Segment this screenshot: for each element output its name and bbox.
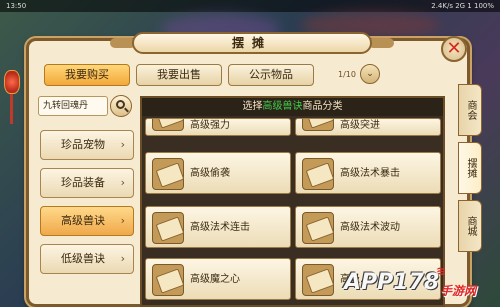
skill-book-icon [152, 119, 184, 131]
skill-book-icon [152, 158, 184, 190]
grid-item[interactable]: 高级偷袭 [145, 152, 291, 194]
grid-header-suffix: 商品分类 [302, 101, 343, 112]
grid-header-highlight: 高级兽诀 [262, 101, 303, 112]
category-advanced-skills[interactable]: 高级兽诀 › [40, 206, 134, 236]
category-label: 珍品装备 [61, 176, 105, 189]
chevron-right-icon: › [120, 252, 125, 265]
grid-header: 选择高级兽诀商品分类 [142, 98, 443, 116]
lantern-decoration [4, 70, 20, 94]
item-label: 高级突进 [340, 120, 380, 131]
chevron-right-icon: › [120, 138, 125, 151]
item-label: 高级强力 [190, 120, 230, 131]
watermark-main: APP178 [344, 270, 440, 295]
grid-header-prefix: 选择 [242, 101, 263, 112]
search-icon-handle [124, 107, 129, 113]
search-input[interactable]: 九转回魂丹 [38, 96, 108, 116]
side-tab-mall[interactable]: 商城 [458, 200, 482, 252]
skill-book-icon [302, 158, 334, 190]
site-watermark: ≋ APP178 手游网 [340, 262, 500, 307]
grid-item[interactable]: 高级法术连击 [145, 206, 291, 248]
item-label: 高级法术连击 [190, 222, 250, 233]
grid-item[interactable]: 高级强力 [145, 118, 291, 136]
dialog-title: 摆摊 [132, 32, 372, 54]
category-rare-equipment[interactable]: 珍品装备 › [40, 168, 134, 198]
skill-book-icon [152, 264, 184, 296]
skill-book-icon [302, 119, 334, 131]
page-indicator: 1/10 [338, 70, 356, 79]
chevron-right-icon: › [120, 176, 125, 189]
category-rare-pets[interactable]: 珍品宠物 › [40, 130, 134, 160]
category-basic-skills[interactable]: 低级兽诀 › [40, 244, 134, 274]
item-label: 高级法术暴击 [340, 168, 400, 179]
status-right: 2.4K/s 2G 1 100% [431, 2, 494, 10]
category-label: 珍品宠物 [61, 138, 105, 151]
grid-item[interactable]: 高级法术波动 [295, 206, 441, 248]
skill-book-icon [302, 264, 334, 296]
skill-book-icon [302, 212, 334, 244]
item-label: 高级偷袭 [190, 168, 230, 179]
grid-item[interactable]: 高级法术暴击 [295, 152, 441, 194]
page-dropdown-button[interactable]: ⌄ [360, 64, 380, 84]
side-tab-chamber[interactable]: 商会 [458, 84, 482, 136]
tab-public-items[interactable]: 公示物品 [228, 64, 314, 86]
chevron-right-icon: › [120, 214, 125, 227]
grid-item[interactable]: 高级突进 [295, 118, 441, 136]
watermark-sub: 手游网 [440, 284, 477, 298]
category-label: 高级兽诀 [61, 214, 105, 227]
item-label: 高级法术波动 [340, 222, 400, 233]
status-bar: 13:50 2.4K/s 2G 1 100% [0, 0, 500, 12]
grid-item[interactable]: 高级魔之心 [145, 258, 291, 300]
tab-sell[interactable]: 我要出售 [136, 64, 222, 86]
status-time: 13:50 [6, 2, 27, 10]
tab-buy[interactable]: 我要购买 [44, 64, 130, 86]
tassel-decoration [10, 94, 13, 124]
skill-book-icon [152, 212, 184, 244]
item-label: 高级魔之心 [190, 274, 240, 285]
side-tab-stall[interactable]: 摆摊 [458, 142, 482, 194]
category-label: 低级兽诀 [61, 252, 105, 265]
close-button[interactable]: ✕ [441, 36, 467, 62]
search-button[interactable] [110, 95, 132, 117]
